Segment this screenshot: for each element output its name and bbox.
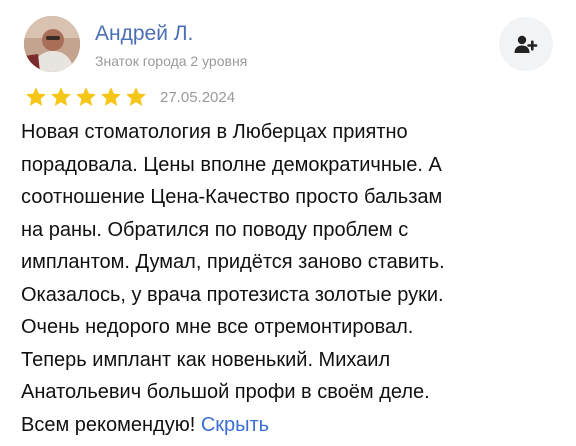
add-user-icon	[514, 35, 538, 53]
review-line-text: Оказалось, у врача протезиста золотые ру…	[21, 283, 444, 306]
review-line-text: Анатольевич большой профи в своём деле.	[21, 381, 430, 403]
review-line: Анатольевич большой профи в своём деле.	[21, 376, 561, 409]
star-icon	[126, 87, 146, 106]
review-line: порадовала. Цены вполне демократичные. А	[21, 149, 561, 182]
review-line: соотношение Цена-Качество просто бальзам	[21, 181, 561, 214]
star-icon	[76, 87, 96, 106]
subscribe-button[interactable]	[499, 17, 553, 71]
review-text: Новая стоматология в Люберцах приятно пор…	[21, 116, 561, 441]
review-line: имплантом. Думал, придётся заново ставит…	[21, 246, 561, 279]
star-icon	[51, 87, 71, 106]
review-line: Оказалось, у врача протезиста золотые ру…	[21, 279, 561, 312]
review-line-text: имплантом. Думал, придётся заново ставит…	[21, 251, 445, 273]
review-line-text: на раны. Обратился по поводу проблем с	[21, 218, 409, 241]
review-line-text: Теперь имплант как новенький. Михаил	[21, 348, 391, 371]
author-name[interactable]: Андрей Л.	[95, 22, 193, 46]
avatar-photo	[24, 16, 80, 72]
star-icon	[101, 87, 121, 106]
rating-stars	[24, 86, 148, 108]
review-line: на раны. Обратился по поводу проблем с	[21, 214, 561, 247]
review-line-text: Всем рекомендую!	[21, 413, 196, 436]
author-level: Знаток города 2 уровня	[95, 53, 248, 69]
review-line-text: Новая стоматология в Люберцах приятно	[21, 121, 408, 143]
review-date: 27.05.2024	[160, 88, 236, 106]
review-line-text: Очень недорого мне все отремонтировал.	[21, 316, 414, 338]
review-line-text: соотношение Цена-Качество просто бальзам	[21, 186, 443, 208]
review-line: Теперь имплант как новенький. Михаил	[21, 344, 561, 377]
rating-row: 27.05.2024	[24, 86, 235, 108]
author-avatar[interactable]	[24, 16, 80, 72]
star-icon	[26, 87, 46, 106]
hide-review-link[interactable]: Скрыть	[201, 414, 269, 436]
review-line: Очень недорого мне все отремонтировал.	[21, 311, 561, 344]
review-line-text: порадовала. Цены вполне демократичные. А	[21, 153, 442, 176]
review-card: Андрей Л. Знаток города 2 уровня 27.05.2…	[0, 0, 576, 446]
review-line: Всем рекомендую! Скрыть	[21, 409, 561, 442]
review-line: Новая стоматология в Люберцах приятно	[21, 116, 561, 149]
